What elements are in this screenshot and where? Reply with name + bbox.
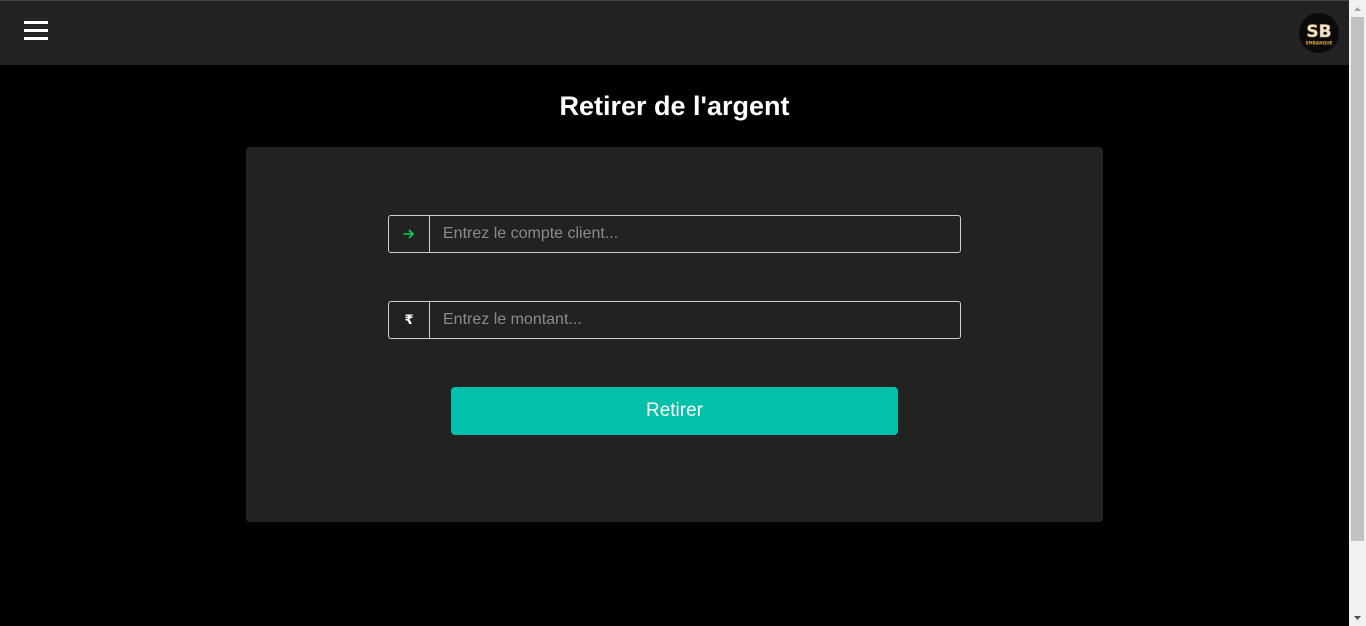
rupee-icon: ₹ <box>404 312 414 328</box>
arrow-right-icon <box>403 229 414 239</box>
hamburger-menu-icon[interactable] <box>24 20 48 42</box>
brand-logo[interactable]: SB SMBANQUE <box>1299 13 1339 53</box>
scrollbar-thumb[interactable] <box>1351 17 1364 541</box>
logo-tagline: SMBANQUE <box>1306 41 1333 46</box>
account-input[interactable] <box>430 216 960 252</box>
logo-letters: SB <box>1306 22 1331 42</box>
scroll-down-icon[interactable] <box>1349 609 1366 626</box>
hamburger-bar <box>24 37 48 40</box>
account-addon <box>389 216 430 252</box>
hamburger-bar <box>24 21 48 24</box>
scroll-up-icon[interactable] <box>1349 0 1366 17</box>
navbar: SB SMBANQUE <box>0 1 1349 65</box>
page-title: Retirer de l'argent <box>559 91 790 121</box>
withdraw-form-card: ₹ Retirer <box>246 147 1103 522</box>
page-content: SB SMBANQUE Retirer de l'argent ₹ <box>0 0 1349 626</box>
withdraw-button[interactable]: Retirer <box>451 387 898 435</box>
hamburger-bar <box>24 29 48 32</box>
amount-input-group: ₹ <box>388 301 961 339</box>
amount-input[interactable] <box>430 302 960 338</box>
amount-addon: ₹ <box>389 302 430 338</box>
account-input-group <box>388 215 961 253</box>
vertical-scrollbar[interactable] <box>1349 0 1366 626</box>
logo-icon: SB SMBANQUE <box>1299 13 1339 53</box>
browser-viewport: SB SMBANQUE Retirer de l'argent ₹ <box>0 0 1366 626</box>
